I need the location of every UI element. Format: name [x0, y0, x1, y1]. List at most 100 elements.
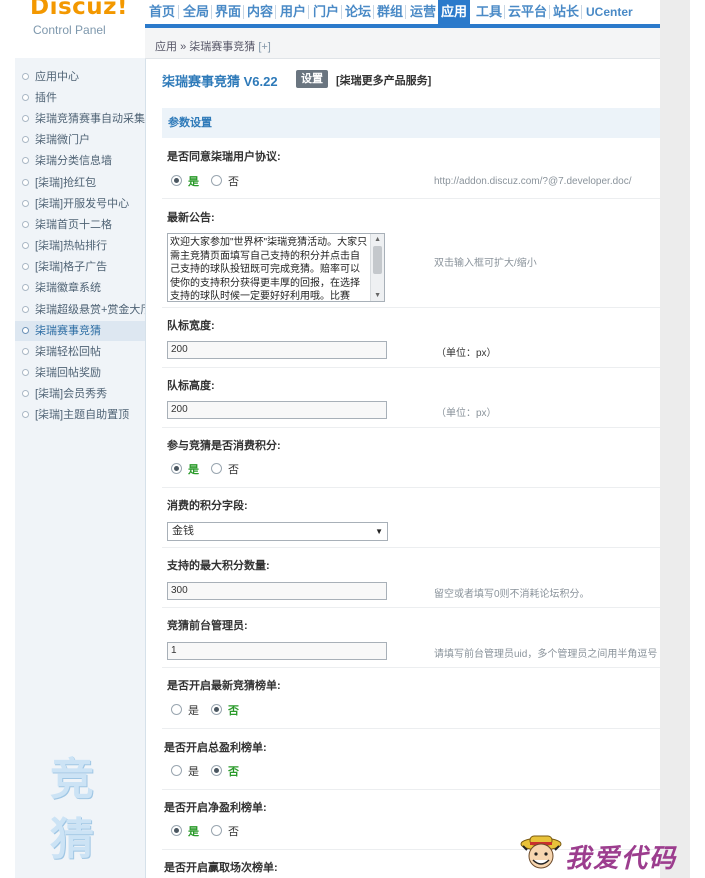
total-profit-rank-no-radio[interactable]: [211, 765, 222, 776]
points-field-select[interactable]: 金钱 ▼: [167, 522, 388, 541]
net-profit-rank-no-label[interactable]: 否: [228, 823, 239, 839]
nav-webmaster[interactable]: 站长: [551, 2, 581, 22]
nav-separator: [211, 5, 212, 19]
agreement-comment[interactable]: http://addon.discuz.com/?@7.developer.do…: [434, 176, 632, 187]
nav-cloud[interactable]: 云平台: [506, 2, 549, 22]
bullet-icon: [22, 284, 29, 291]
sidebar-item-twelve-grid[interactable]: 柒瑞首页十二格: [15, 215, 145, 235]
nav-apps[interactable]: 应用: [438, 0, 471, 24]
nav-tools[interactable]: 工具: [474, 2, 504, 22]
nav-operations[interactable]: 运营: [408, 2, 438, 22]
bullet-icon: [22, 73, 29, 80]
sidebar-item-code-center[interactable]: [柒瑞]开服发号中心: [15, 194, 145, 214]
breadcrumb-root[interactable]: 应用: [155, 41, 177, 53]
nav-portal[interactable]: 门户: [311, 2, 341, 22]
nav-ucenter[interactable]: UCenter: [584, 2, 635, 22]
nav-global[interactable]: 全局: [181, 2, 211, 22]
scroll-down-icon[interactable]: ▼: [374, 292, 381, 299]
row-divider: [162, 667, 660, 668]
top-nav: 首页 全局 界面 内容 用户 门户 论坛 群组 运营 应用 工具 云平台 站长 …: [145, 0, 660, 28]
admins-comment: 请填写前台管理员uid，多个管理员之间用半角逗号: [434, 649, 658, 660]
agreement-no-radio[interactable]: [211, 175, 222, 186]
row-divider: [162, 728, 660, 729]
scroll-up-icon[interactable]: ▲: [374, 236, 381, 243]
agreement-no-label[interactable]: 否: [228, 173, 239, 189]
sidebar-item-label: [柒瑞]会员秀秀: [35, 388, 108, 400]
agreement-label: 是否同意柒瑞用户协议:: [167, 151, 281, 163]
consume-points-yes-radio[interactable]: [171, 463, 182, 474]
sidebar-item-member-show[interactable]: [柒瑞]会员秀秀: [15, 384, 145, 404]
breadcrumb-bar: 应用 » 柒瑞赛事竞猜 [+]: [145, 28, 660, 59]
logo[interactable]: Discuz! Control Panel: [0, 0, 145, 58]
consume-points-no-radio[interactable]: [211, 463, 222, 474]
logo-height-label: 队标高度:: [167, 380, 215, 392]
logo-width-input[interactable]: 200: [167, 341, 387, 359]
net-profit-rank-no-radio[interactable]: [211, 825, 222, 836]
net-profit-rank-yes-radio[interactable]: [171, 825, 182, 836]
sidebar-item-hot-posts[interactable]: [柒瑞]热帖排行: [15, 236, 145, 256]
latest-rank-no-radio[interactable]: [211, 704, 222, 715]
nav-forum[interactable]: 论坛: [343, 2, 373, 22]
consume-points-label: 参与竞猜是否消费积分:: [167, 440, 281, 452]
sidebar-item-classified-wall[interactable]: 柒瑞分类信息墙: [15, 151, 145, 171]
right-margin: [690, 0, 705, 878]
sidebar-item-red-packet[interactable]: [柒瑞]抢红包: [15, 173, 145, 193]
sidebar-item-easy-reply[interactable]: 柒瑞轻松回帖: [15, 342, 145, 362]
bullet-icon: [22, 157, 29, 164]
latest-rank-yes-label[interactable]: 是: [188, 702, 199, 718]
admins-input[interactable]: 1: [167, 642, 387, 660]
latest-rank-yes-radio[interactable]: [171, 704, 182, 715]
sidebar-item-micro-portal[interactable]: 柒瑞微门户: [15, 130, 145, 150]
scroll-thumb[interactable]: [373, 246, 382, 274]
net-profit-rank-yes-label[interactable]: 是: [188, 823, 199, 839]
nav-home[interactable]: 首页: [147, 2, 177, 22]
notice-scrollbar[interactable]: ▲ ▼: [370, 234, 384, 301]
sidebar-item-label: [柒瑞]热帖排行: [35, 240, 108, 252]
total-profit-rank-no-label[interactable]: 否: [228, 763, 239, 779]
sidebar-item-match-guess[interactable]: 柒瑞赛事竞猜: [15, 321, 145, 341]
row-divider: [162, 427, 660, 428]
notice-label: 最新公告:: [167, 212, 215, 224]
latest-rank-no-label[interactable]: 否: [228, 702, 239, 718]
total-profit-rank-yes-label[interactable]: 是: [188, 763, 199, 779]
brand-watermark: 我爱代码: [519, 830, 689, 874]
row-divider: [162, 607, 660, 608]
sidebar-item-auto-collect[interactable]: 柒瑞竞猜赛事自动采集插件: [15, 109, 145, 129]
sidebar-item-label: [柒瑞]格子广告: [35, 261, 108, 273]
logo-subtitle: Control Panel: [33, 23, 106, 37]
sidebar-item-app-center[interactable]: 应用中心: [15, 67, 145, 87]
nav-groups[interactable]: 群组: [375, 2, 405, 22]
sidebar-item-label: 柒瑞超级悬赏+赏金大厅: [35, 304, 145, 316]
bullet-icon: [22, 263, 29, 270]
max-points-input[interactable]: 300: [167, 582, 387, 600]
sidebar-item-badges[interactable]: 柒瑞徽章系统: [15, 278, 145, 298]
agreement-yes-label[interactable]: 是: [188, 173, 199, 189]
logo-height-input[interactable]: 200: [167, 401, 387, 419]
nav-separator: [275, 5, 276, 19]
total-profit-rank-yes-radio[interactable]: [171, 765, 182, 776]
nav-content[interactable]: 内容: [245, 2, 275, 22]
nav-interface[interactable]: 界面: [213, 2, 243, 22]
sidebar-item-grid-ads[interactable]: [柒瑞]格子广告: [15, 257, 145, 277]
sidebar-item-label: 柒瑞轻松回帖: [35, 346, 101, 358]
sidebar-item-reply-reward[interactable]: 柒瑞回帖奖励: [15, 363, 145, 383]
bullet-icon: [22, 327, 29, 334]
total-profit-rank-label: 是否开启总盈利榜单:: [164, 742, 267, 754]
nav-users[interactable]: 用户: [278, 2, 308, 22]
sidebar-item-plugins[interactable]: 插件: [15, 88, 145, 108]
page-header: 柒瑞赛事竞猜 V6.22 设置 [柒瑞更多产品服务]: [162, 70, 660, 90]
max-points-label: 支持的最大积分数量:: [167, 560, 270, 572]
sidebar-item-label: 柒瑞回帖奖励: [35, 367, 101, 379]
consume-points-yes-label[interactable]: 是: [188, 461, 199, 477]
nav-separator: [341, 5, 342, 19]
sidebar-item-self-sticky[interactable]: [柒瑞]主题自助置顶: [15, 405, 145, 425]
notice-textarea[interactable]: 欢迎大家参加"世界杯"柒瑞竞猜活动。大家只需主竞猜页面填写自己支持的积分并点击自…: [167, 233, 385, 302]
consume-points-no-label[interactable]: 否: [228, 461, 239, 477]
more-products-link[interactable]: [柒瑞更多产品服务]: [336, 72, 431, 88]
logo-width-label: 队标宽度:: [167, 320, 215, 332]
dropdown-arrow-icon: ▼: [375, 527, 383, 536]
add-shortcut-button[interactable]: [+]: [258, 41, 271, 53]
sidebar-item-bounty[interactable]: 柒瑞超级悬赏+赏金大厅: [15, 300, 145, 320]
agreement-yes-radio[interactable]: [171, 175, 182, 186]
settings-button[interactable]: 设置: [296, 70, 328, 88]
